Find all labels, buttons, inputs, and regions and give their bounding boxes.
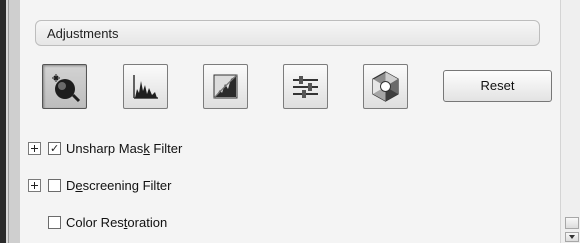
color-restoration-label[interactable]: Color Restoration <box>66 215 167 230</box>
color-palette-button[interactable] <box>363 64 408 109</box>
adjustments-section-header[interactable]: Adjustments <box>35 20 540 46</box>
image-adjustment-button[interactable] <box>283 64 328 109</box>
unsharp-mask-label[interactable]: Unsharp Mask Filter <box>66 141 182 156</box>
unsharp-mask-checkbox[interactable]: ✓ <box>48 142 61 155</box>
vertical-scrollbar[interactable] <box>560 0 580 243</box>
descreening-label[interactable]: Descreening Filter <box>66 178 172 193</box>
expand-unsharp-mask-icon[interactable] <box>28 142 41 155</box>
descreening-checkbox[interactable] <box>48 179 61 192</box>
auto-exposure-icon <box>52 74 81 103</box>
section-title: Adjustments <box>47 26 119 41</box>
color-palette-icon <box>372 71 399 102</box>
color-restoration-checkbox[interactable] <box>48 216 61 229</box>
scroll-thumb[interactable] <box>565 217 579 229</box>
checkmark-icon: ✓ <box>50 143 60 155</box>
scroll-down-icon[interactable] <box>565 232 579 242</box>
option-row-color-restoration: Color Restoration <box>28 214 328 232</box>
option-row-unsharp-mask: ✓ Unsharp Mask Filter <box>28 140 328 158</box>
expand-descreening-icon[interactable] <box>28 179 41 192</box>
auto-exposure-button[interactable] <box>42 64 87 109</box>
image-adjustment-sliders-icon <box>293 76 318 98</box>
tone-correction-button[interactable] <box>203 64 248 109</box>
option-row-descreening: Descreening Filter <box>28 177 328 195</box>
histogram-icon <box>133 75 158 99</box>
tone-curve-icon <box>213 74 238 99</box>
adjustments-panel: Adjustments Reset ✓ Unsharp Mask Filter … <box>20 0 560 243</box>
reset-button[interactable]: Reset <box>443 70 552 102</box>
histogram-adjustment-button[interactable] <box>123 64 168 109</box>
